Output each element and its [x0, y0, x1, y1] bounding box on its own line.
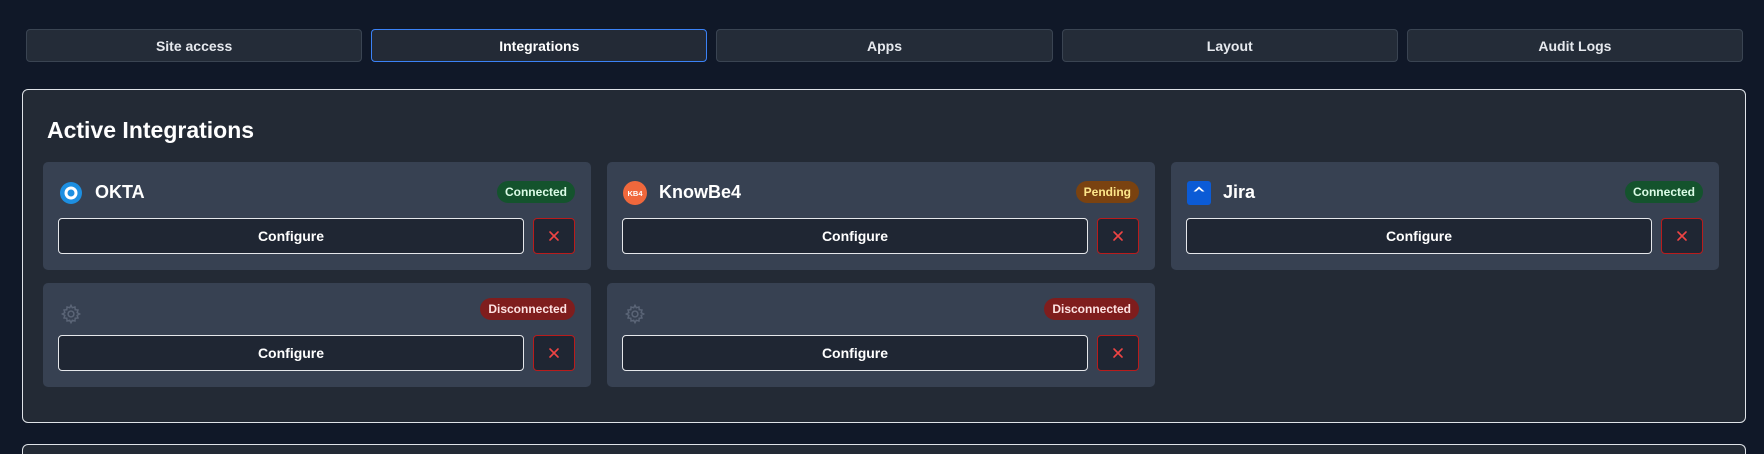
- remove-integration-button[interactable]: [1097, 335, 1139, 371]
- configure-button[interactable]: Configure: [1186, 218, 1652, 254]
- status-badge: Connected: [1624, 181, 1703, 203]
- next-panel-edge: [22, 444, 1746, 454]
- tab-layout[interactable]: Layout: [1061, 29, 1398, 62]
- close-icon: [1113, 231, 1123, 241]
- okta-logo-icon: [59, 181, 83, 205]
- integration-name: Jira: [1223, 182, 1256, 202]
- integration-card-okta: OKTA Connected Configure: [43, 162, 591, 270]
- status-badge: Disconnected: [1044, 298, 1139, 320]
- integration-card-knowbe4: KB4 KnowBe4 Pending Configure: [607, 162, 1155, 270]
- tab-apps[interactable]: Apps: [716, 29, 1053, 62]
- close-icon: [1113, 348, 1123, 358]
- tab-audit-logs[interactable]: Audit Logs: [1406, 29, 1744, 62]
- configure-button[interactable]: Configure: [58, 218, 524, 254]
- remove-integration-button[interactable]: [1097, 218, 1139, 254]
- tab-site-access[interactable]: Site access: [26, 29, 363, 62]
- tab-integrations[interactable]: Integrations: [371, 29, 708, 62]
- integration-card-unnamed: Disconnected Configure: [43, 283, 591, 387]
- status-badge: Pending: [1075, 181, 1139, 203]
- knowbe4-logo-icon: KB4: [623, 181, 647, 205]
- panel-title: Active Integrations: [47, 117, 255, 143]
- remove-integration-button[interactable]: [533, 218, 575, 254]
- gear-icon: [59, 302, 83, 326]
- remove-integration-button[interactable]: [1661, 218, 1703, 254]
- integration-name: KnowBe4: [659, 182, 742, 202]
- settings-tab-bar: Site access Integrations Apps Layout Aud…: [26, 29, 1744, 62]
- configure-button[interactable]: Configure: [58, 335, 524, 371]
- integration-card-jira: Jira Connected Configure: [1171, 162, 1719, 270]
- status-badge: Connected: [496, 181, 575, 203]
- close-icon: [1677, 231, 1687, 241]
- status-badge: Disconnected: [480, 298, 575, 320]
- close-icon: [549, 231, 559, 241]
- active-integrations-panel: Active Integrations OKTA Connected Confi…: [22, 89, 1746, 423]
- svg-text:KB4: KB4: [627, 189, 643, 198]
- configure-button[interactable]: Configure: [622, 218, 1088, 254]
- close-icon: [549, 348, 559, 358]
- configure-button[interactable]: Configure: [622, 335, 1088, 371]
- integration-card-unnamed: Disconnected Configure: [607, 283, 1155, 387]
- jira-logo-icon: [1187, 181, 1211, 205]
- gear-icon: [623, 302, 647, 326]
- integration-name: OKTA: [95, 182, 145, 202]
- remove-integration-button[interactable]: [533, 335, 575, 371]
